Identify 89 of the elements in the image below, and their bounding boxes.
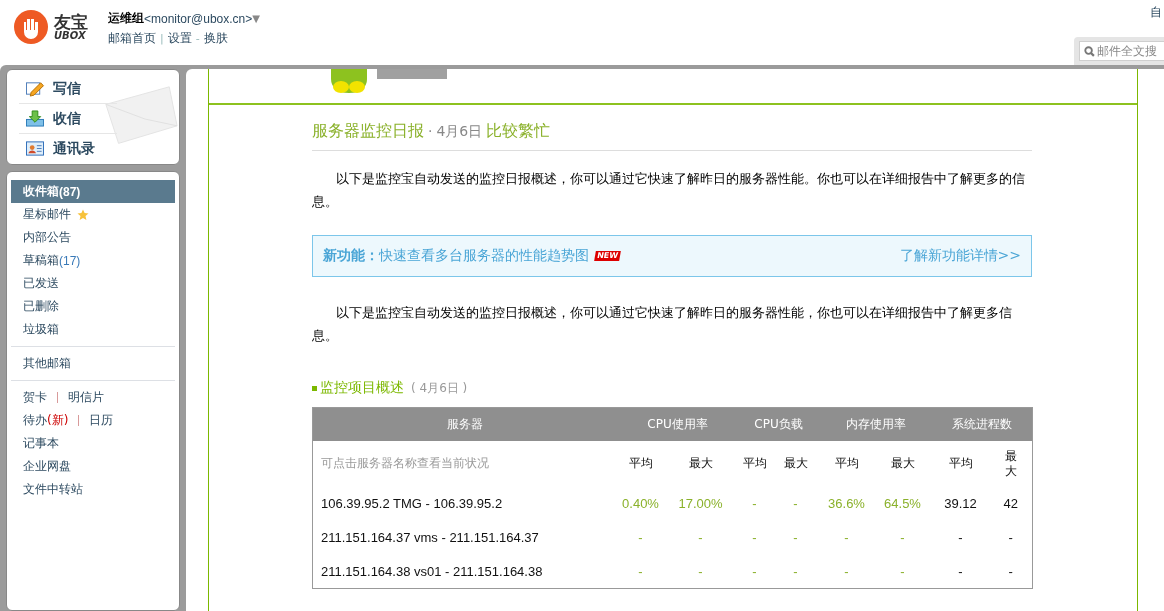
table-hint: 可点击服务器名称查看当前状况: [312, 440, 618, 487]
table-cell-text: -: [957, 529, 964, 547]
header-link[interactable]: 换肤: [203, 30, 228, 47]
table-cell-text: -: [637, 529, 644, 547]
subcolumn-header: 平均: [931, 440, 990, 487]
action-link[interactable]: 通讯录: [19, 134, 117, 163]
folder-item[interactable]: 草稿箱(17): [11, 249, 175, 272]
server-link[interactable]: 211.151.164.38 vs01 - 211.151.164.38: [312, 554, 618, 589]
banner-text: 快速查看多台服务器的性能趋势图: [379, 247, 589, 265]
intro-paragraph: 以下是监控宝自动发送的监控日报概述，你可以通过它快速了解昨日的服务器性能。你也可以在详细报告中了解更多的信息。: [312, 170, 1026, 211]
table-cell: -: [737, 554, 772, 589]
table-cell: -: [989, 554, 1033, 589]
table-cell: -: [663, 554, 738, 589]
column-header: 系统进程数: [931, 407, 1033, 441]
logo-name: 友宝: [54, 13, 88, 31]
intro-paragraph: 以下是监控宝自动发送的监控日报概述，你可以通过它快速了解昨日的服务器性能，你也可以在详细报告中了解更多信息。: [312, 304, 1013, 345]
subcolumn-header: 平均: [617, 440, 664, 487]
tool-link[interactable]: 记事本: [23, 435, 59, 452]
server-link[interactable]: 211.151.164.37 vms - 211.151.164.37: [312, 520, 618, 555]
header-link[interactable]: 邮箱首页: [108, 30, 156, 47]
section-date: ( 4月6日 ): [411, 379, 468, 397]
table-cell-text: -: [751, 495, 758, 513]
caret-icon[interactable]: ▼: [252, 13, 260, 24]
report-title: 服务器监控日报: [312, 121, 424, 142]
tool-link[interactable]: 贺卡: [23, 389, 47, 406]
folder-item[interactable]: 已发送: [11, 272, 175, 295]
table-cell-text: -: [697, 529, 704, 547]
table-cell: -: [819, 554, 874, 589]
folder-item[interactable]: 内部公告: [11, 226, 175, 249]
star-icon: [77, 208, 89, 221]
table-cell-text: 36.6%: [827, 495, 866, 513]
search-icon: [1084, 45, 1095, 57]
tool-link[interactable]: 文件中转站: [23, 481, 83, 498]
hand-logo-icon: [14, 10, 48, 44]
tool-link[interactable]: 待办(新): [23, 412, 69, 429]
download-icon: [25, 110, 45, 127]
report-status: 比较繁忙: [486, 121, 551, 142]
table-cell-text: 39.12: [943, 495, 978, 513]
table-cell-text: -: [751, 529, 758, 547]
report-date: 4月6日: [436, 123, 483, 141]
table-cell: -: [989, 520, 1033, 555]
server-link[interactable]: 106.39.95.2 TMG - 106.39.95.2: [312, 486, 618, 521]
table-cell-text: 64.5%: [883, 495, 922, 513]
search-field[interactable]: 邮件全文搜: [1079, 41, 1164, 61]
folder-item[interactable]: 收件箱(87): [11, 180, 175, 203]
folder-item[interactable]: 垃圾箱: [11, 318, 175, 341]
account-name: 运维组: [108, 10, 144, 27]
column-header: CPU负载: [737, 407, 820, 441]
column-header: 服务器: [312, 407, 618, 441]
tool-link[interactable]: 日历: [89, 412, 114, 429]
title-dot: ·: [428, 123, 433, 139]
folder-item[interactable]: 其他邮箱: [11, 352, 175, 375]
section-title: 监控项目概述: [320, 379, 404, 397]
table-cell-text: -: [843, 529, 850, 547]
folder-item[interactable]: 已删除: [11, 295, 175, 318]
subcolumn-header: 最大: [663, 440, 738, 487]
account-email: <monitor@ubox.cn>: [144, 11, 253, 26]
pencil-icon: [25, 80, 45, 97]
action-link[interactable]: 写信: [19, 74, 117, 104]
tool-link[interactable]: 明信片: [68, 389, 104, 406]
subcolumn-header: 平均: [737, 440, 772, 487]
separator: |: [160, 32, 164, 45]
table-cell: 42: [989, 486, 1033, 521]
contact-card-icon: [25, 140, 45, 157]
column-header: 内存使用率: [819, 407, 932, 441]
column-header: CPU使用率: [617, 407, 738, 441]
table-cell-text: -: [899, 529, 906, 547]
table-cell: -: [617, 554, 664, 589]
banner-label: 新功能：: [323, 247, 379, 265]
tool-link[interactable]: 企业网盘: [23, 458, 71, 475]
logo-subtitle: UBOX: [54, 30, 86, 41]
action-link[interactable]: 收信: [19, 104, 117, 134]
subcolumn-header: 最大: [873, 440, 932, 487]
header-link[interactable]: 设置: [167, 30, 192, 47]
new-badge: NEW: [594, 251, 621, 261]
table-cell-text: 17.00%: [677, 495, 724, 513]
subcolumn-header: 最大: [989, 440, 1033, 487]
table-cell: -: [931, 554, 990, 589]
table-cell: -: [771, 554, 820, 589]
subcolumn-header: 平均: [819, 440, 874, 487]
bullet-icon: [312, 385, 317, 391]
folder-item[interactable]: 星标邮件: [11, 203, 175, 226]
separator: -: [195, 32, 200, 45]
table-cell-text: -: [792, 495, 799, 513]
table-cell-text: 0.40%: [621, 495, 660, 513]
table-cell: -: [873, 554, 932, 589]
subcolumn-header: 最大: [771, 440, 820, 487]
table-cell-text: -: [792, 529, 799, 547]
corner-link[interactable]: 自: [1150, 4, 1162, 21]
